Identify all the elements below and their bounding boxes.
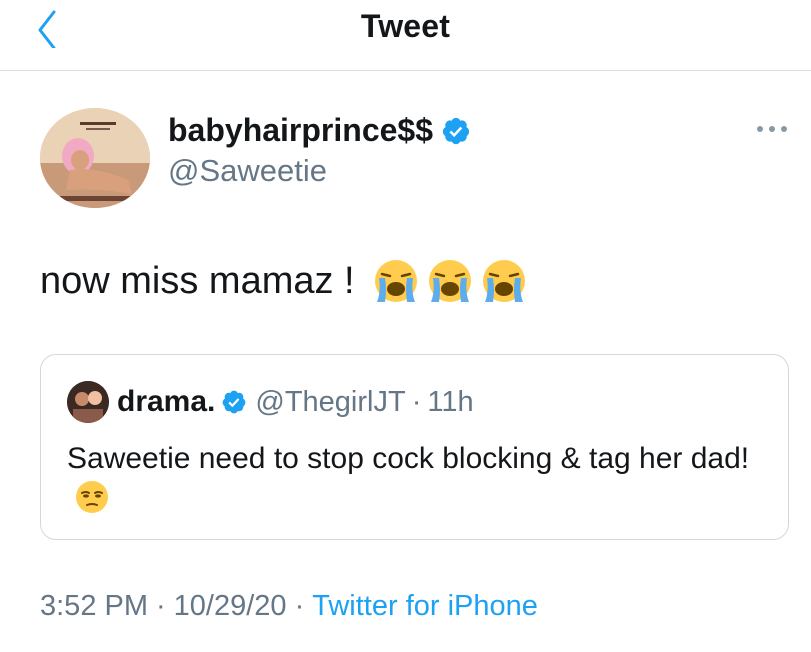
quoted-tweet-text-block: Saweetie need to stop cock blocking & ta…: [67, 439, 767, 519]
loudly-crying-face-icon: [374, 260, 417, 302]
quoted-tweet-card[interactable]: drama. @ThegirlJT · 11h Saweetie need to…: [40, 354, 789, 540]
tweet-body: now miss mamaz !: [40, 258, 527, 304]
loudly-crying-face-icon: [428, 260, 471, 302]
author-avatar[interactable]: [40, 108, 150, 208]
more-options-icon[interactable]: [752, 117, 792, 141]
quoted-tweet-header: drama. @ThegirlJT · 11h: [67, 381, 474, 423]
quoted-tweet-text: Saweetie need to stop cock blocking & ta…: [67, 442, 750, 475]
page-title: Tweet: [360, 8, 451, 44]
unamused-face-icon: [76, 481, 108, 513]
separator-dot: ·: [294, 590, 305, 622]
quoted-author-avatar: [67, 381, 109, 423]
tweet-date: 10/29/20: [173, 590, 287, 622]
verified-badge-icon: [223, 390, 246, 414]
tweet-time: 3:52 PM: [40, 590, 148, 622]
quoted-author-name: drama.: [117, 385, 216, 418]
avatar-image: [40, 108, 150, 208]
emoji-group: [373, 258, 527, 304]
separator-dot: ·: [156, 590, 166, 622]
separator-dot: ·: [411, 385, 422, 418]
author-name-row[interactable]: babyhairprince$$: [168, 112, 471, 149]
author-handle[interactable]: @Saweetie: [168, 153, 327, 189]
loudly-crying-face-icon: [482, 260, 525, 302]
tweet-text: now miss mamaz !: [40, 259, 355, 302]
quoted-author-handle: @ThegirlJT: [255, 385, 406, 418]
author-name[interactable]: babyhairprince$$: [168, 112, 433, 149]
tweet-source-link[interactable]: Twitter for iPhone: [312, 590, 538, 622]
verified-badge-icon: [442, 117, 470, 144]
header-bar: Tweet: [0, 0, 811, 71]
tweet-meta: 3:52 PM · 10/29/20 · Twitter for iPhone: [40, 590, 538, 623]
quoted-tweet-time: 11h: [427, 385, 474, 418]
